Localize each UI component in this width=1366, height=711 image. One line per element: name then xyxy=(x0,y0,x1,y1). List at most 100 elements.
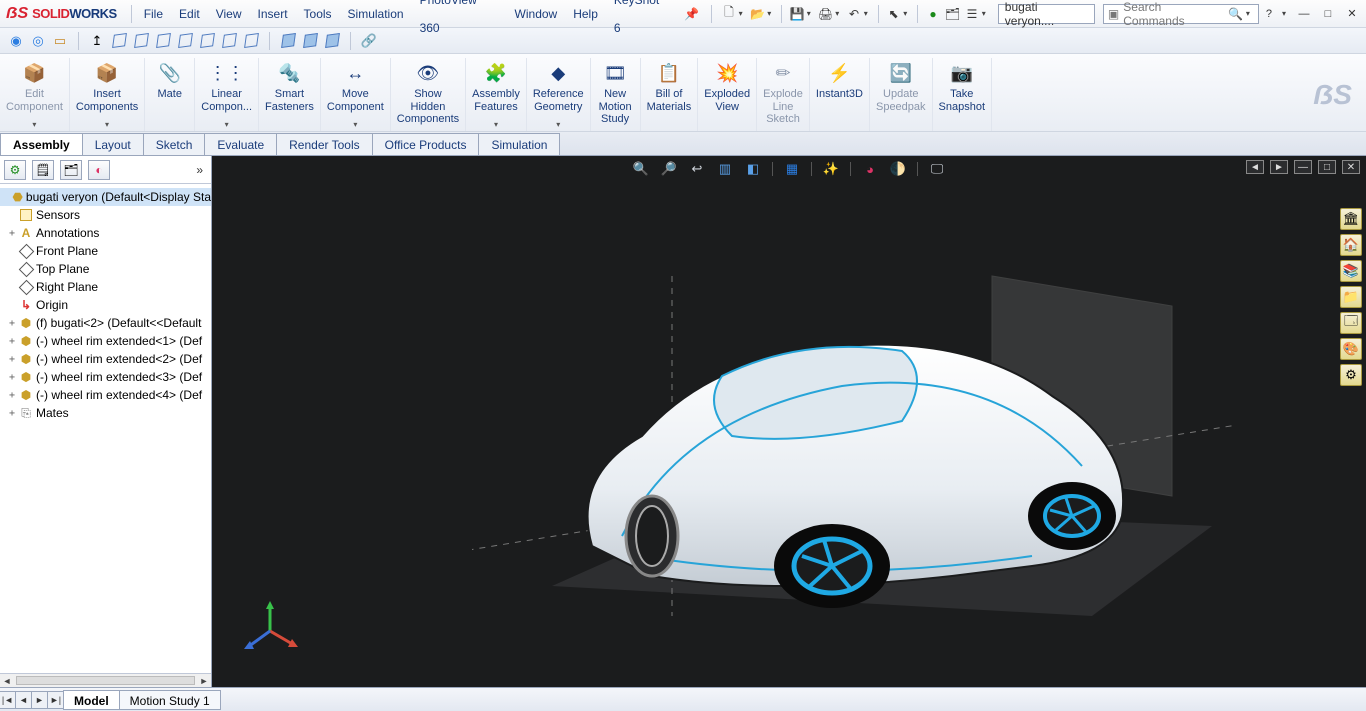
taskpane-home-icon[interactable]: 🏠 xyxy=(1340,234,1362,256)
tab-model[interactable]: Model xyxy=(63,690,120,710)
ribbon-reference[interactable]: ◆ReferenceGeometry▾ xyxy=(527,58,591,131)
print-dropdown[interactable]: ▾ xyxy=(835,9,839,18)
expand-toggle-icon[interactable]: + xyxy=(6,228,18,239)
tree-item[interactable]: ↳Origin xyxy=(0,296,211,314)
new-button[interactable]: 🗋 xyxy=(720,5,738,23)
ribbon-insert[interactable]: 📦InsertComponents▾ xyxy=(70,58,145,131)
expand-panel-icon[interactable]: » xyxy=(192,163,207,177)
view-left-icon[interactable] xyxy=(153,31,173,51)
ribbon-show[interactable]: 👁ShowHiddenComponents xyxy=(391,58,466,131)
tree-item[interactable]: +⬢(f) bugati<2> (Default<<Default xyxy=(0,314,211,332)
menu-simulation[interactable]: Simulation xyxy=(340,0,412,28)
new-dropdown[interactable]: ▾ xyxy=(739,9,743,18)
menu-tools[interactable]: Tools xyxy=(296,0,340,28)
help-button[interactable]: ? xyxy=(1259,6,1279,22)
taskpane-explorer-icon[interactable]: 📁 xyxy=(1340,286,1362,308)
menu-photoview360[interactable]: PhotoView 360 xyxy=(412,0,507,42)
print-button[interactable]: 🖨 xyxy=(817,5,835,23)
ribbon-exploded[interactable]: 💥ExplodedView xyxy=(698,58,757,131)
menu-help[interactable]: Help xyxy=(565,0,606,28)
maximize-button[interactable]: □ xyxy=(1318,6,1338,22)
graphics-viewport[interactable]: 🔍 🔎 ↩ ▥ ◧ ▦ ✨ ◕ 🌓 🖵 ◄ ► — □ ✕ 🏛 🏠 📚 � xyxy=(212,156,1366,687)
nav-last-icon[interactable]: ►| xyxy=(47,691,64,709)
menu-window[interactable]: Window xyxy=(507,0,566,28)
viewport-close-icon[interactable]: ✕ xyxy=(1342,160,1360,174)
viewport-maximize-icon[interactable]: □ xyxy=(1318,160,1336,174)
viewport-next-icon[interactable]: ► xyxy=(1270,160,1288,174)
expand-toggle-icon[interactable]: + xyxy=(6,390,18,401)
hide-show-icon[interactable]: ✨ xyxy=(822,160,840,178)
expand-toggle-icon[interactable]: + xyxy=(6,408,18,419)
tree-item[interactable]: Front Plane xyxy=(0,242,211,260)
ribbon-new[interactable]: 🎞NewMotionStudy xyxy=(591,58,641,131)
scroll-right-icon[interactable]: ► xyxy=(197,674,211,687)
zoom-area-icon[interactable]: 🔎 xyxy=(660,160,678,178)
view-orientation2-icon[interactable]: ◎ xyxy=(28,31,48,51)
ribbon-tab-office-products[interactable]: Office Products xyxy=(372,133,480,155)
ribbon-edit[interactable]: 📦EditComponent▾ xyxy=(0,58,70,131)
menu-keyshot6[interactable]: KeyShot 6 xyxy=(606,0,676,42)
tree-item[interactable]: +⎘Mates xyxy=(0,404,211,422)
expand-toggle-icon[interactable]: + xyxy=(6,336,18,347)
view-settings-icon[interactable]: 🖵 xyxy=(928,160,946,178)
search-commands-input[interactable]: ▣ Search Commands 🔍▾ xyxy=(1103,4,1259,24)
viewport-prev-icon[interactable]: ◄ xyxy=(1246,160,1264,174)
tree-item[interactable]: +AAnnotations xyxy=(0,224,211,242)
axis-icon[interactable]: ↥ xyxy=(87,31,107,51)
open-documents-dropdown[interactable]: bugati veryon.... xyxy=(998,4,1095,24)
tree-item[interactable]: +⬢(-) wheel rim extended<3> (Def xyxy=(0,368,211,386)
ribbon-tab-sketch[interactable]: Sketch xyxy=(143,133,206,155)
display-manager-tab[interactable]: ◐ xyxy=(88,160,110,180)
ribbon-tab-assembly[interactable]: Assembly xyxy=(0,133,83,155)
properties-button[interactable]: ☰ xyxy=(963,5,981,23)
ribbon-tab-render-tools[interactable]: Render Tools xyxy=(276,133,373,155)
section-view-icon[interactable]: ▥ xyxy=(716,160,734,178)
ribbon-tab-evaluate[interactable]: Evaluate xyxy=(204,133,277,155)
options-button[interactable]: 🗂 xyxy=(944,5,962,23)
tab-motion-study-1[interactable]: Motion Study 1 xyxy=(119,690,221,710)
nav-prev-icon[interactable]: ◄ xyxy=(15,691,32,709)
tree-item[interactable]: +⬢(-) wheel rim extended<2> (Def xyxy=(0,350,211,368)
viewport-minimize-icon[interactable]: — xyxy=(1294,160,1312,174)
tree-item[interactable]: +⬢(-) wheel rim extended<4> (Def xyxy=(0,386,211,404)
taskpane-library-icon[interactable]: 📚 xyxy=(1340,260,1362,282)
link-icon[interactable]: 🔗 xyxy=(359,31,379,51)
ribbon-move[interactable]: ↔MoveComponent▾ xyxy=(321,58,391,131)
properties-dropdown[interactable]: ▾ xyxy=(982,9,986,18)
open-button[interactable]: 📂 xyxy=(749,5,767,23)
ribbon-mate[interactable]: 📎Mate xyxy=(145,58,195,131)
search-icon[interactable]: 🔍 xyxy=(1228,7,1243,21)
expand-toggle-icon[interactable]: + xyxy=(6,318,18,329)
ribbon-update[interactable]: 🔄UpdateSpeedpak xyxy=(870,58,933,131)
ribbon-assembly[interactable]: 🧩AssemblyFeatures▾ xyxy=(466,58,527,131)
view-right-icon[interactable] xyxy=(175,31,195,51)
view-shaded2-icon[interactable] xyxy=(300,31,320,51)
ribbon-explode[interactable]: ✏ExplodeLineSketch xyxy=(757,58,810,131)
menu-pin-icon[interactable]: 📌 xyxy=(676,0,707,28)
ribbon-take[interactable]: 📷TakeSnapshot xyxy=(933,58,992,131)
menu-view[interactable]: View xyxy=(208,0,250,28)
ribbon-instant3d[interactable]: ⚡Instant3D xyxy=(810,58,870,131)
orientation-triad[interactable] xyxy=(240,601,300,661)
tree-item[interactable]: +⬢(-) wheel rim extended<1> (Def xyxy=(0,332,211,350)
save-button[interactable]: 💾 xyxy=(788,5,806,23)
zoom-fit-icon[interactable]: 🔍 xyxy=(632,160,650,178)
view-wireframe-icon[interactable] xyxy=(322,31,342,51)
tree-hscrollbar[interactable]: ◄ ► xyxy=(0,673,211,687)
save-dropdown[interactable]: ▾ xyxy=(807,9,811,18)
close-button[interactable]: ✕ xyxy=(1342,6,1362,22)
configuration-manager-tab[interactable]: 🗂 xyxy=(60,160,82,180)
open-dropdown[interactable]: ▾ xyxy=(767,9,771,18)
tree-root[interactable]: ⬣bugati veryon (Default<Display Sta xyxy=(0,188,211,206)
scene-icon[interactable]: 🌓 xyxy=(889,160,907,178)
expand-toggle-icon[interactable]: + xyxy=(6,354,18,365)
menu-insert[interactable]: Insert xyxy=(250,0,296,28)
ribbon-bill-of[interactable]: 📋Bill ofMaterials xyxy=(641,58,699,131)
taskpane-resources-icon[interactable]: 🏛 xyxy=(1340,208,1362,230)
undo-button[interactable]: ↶ xyxy=(845,5,863,23)
minimize-button[interactable]: — xyxy=(1294,6,1314,22)
nav-next-icon[interactable]: ► xyxy=(31,691,48,709)
feature-tree-tab[interactable]: ⚙ xyxy=(4,160,26,180)
menu-file[interactable]: File xyxy=(136,0,171,28)
view-back-icon[interactable] xyxy=(131,31,151,51)
